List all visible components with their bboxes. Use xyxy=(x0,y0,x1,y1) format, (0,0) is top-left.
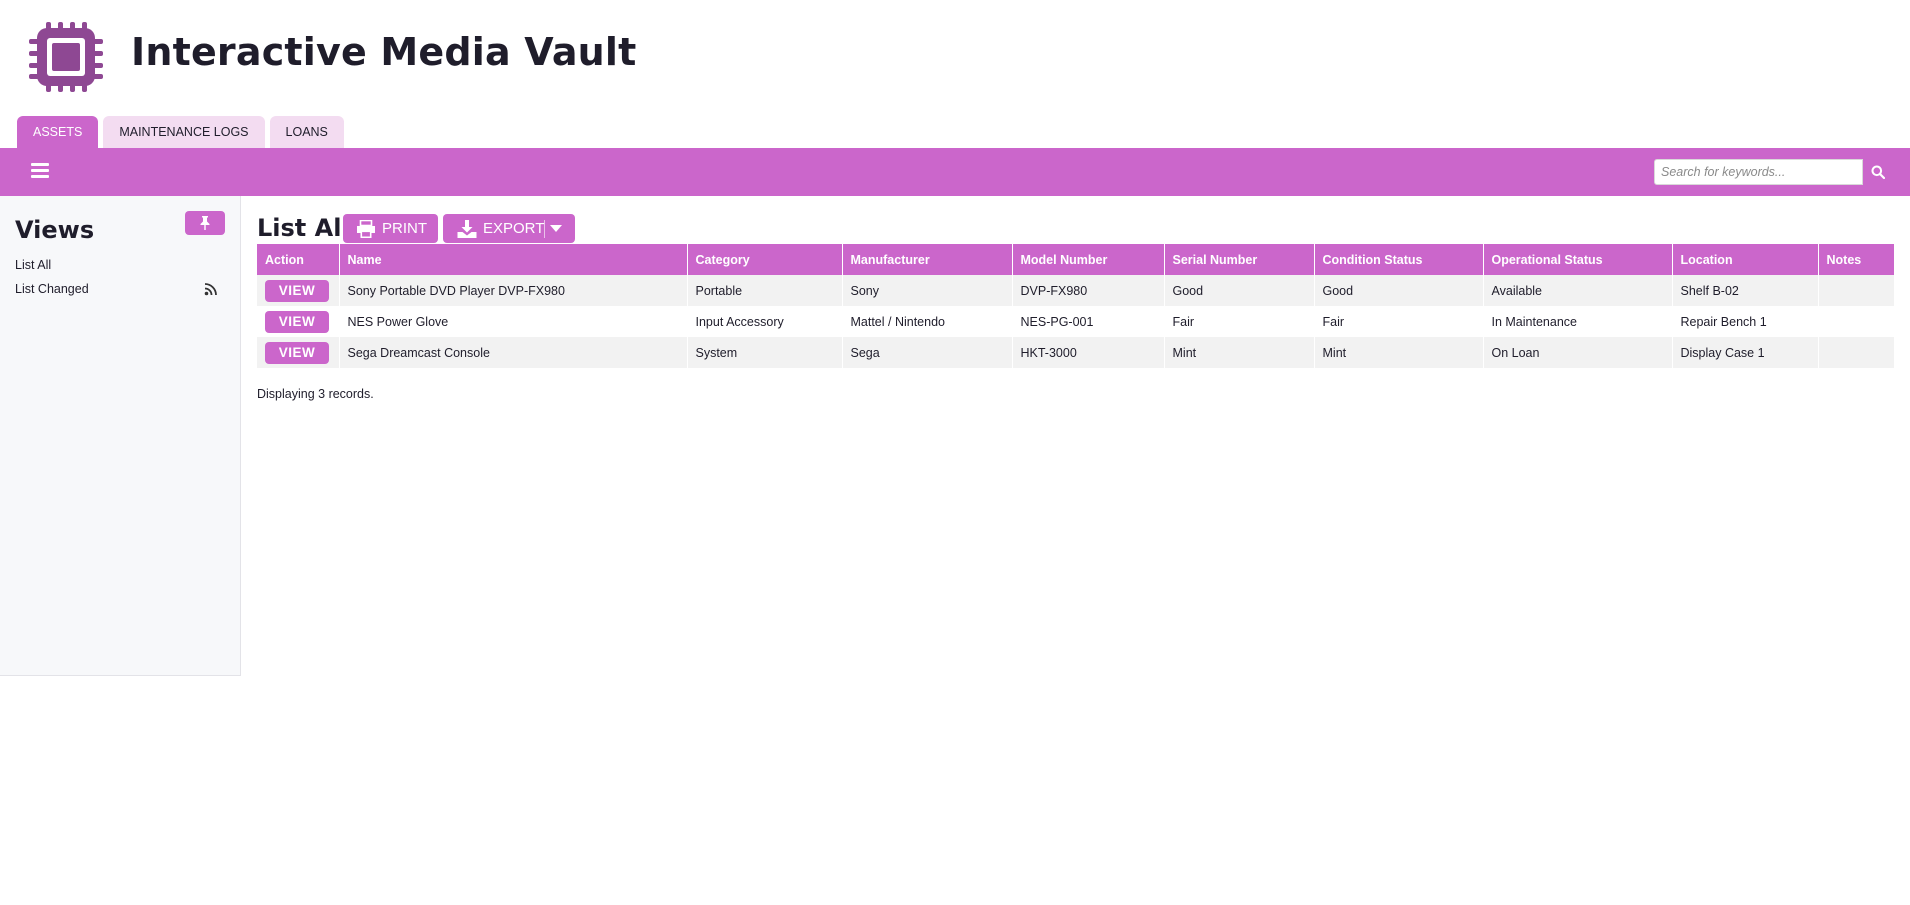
app-header: Interactive Media Vault xyxy=(0,0,1910,116)
action-cell: VIEW xyxy=(257,306,340,337)
printer-icon xyxy=(357,219,375,238)
manufacturer-cell: Sony xyxy=(842,275,1013,306)
operational-status-cell: Available xyxy=(1483,275,1673,306)
table-row: VIEW Sega Dreamcast Console System Sega … xyxy=(257,337,1895,368)
manufacturer-cell: Sega xyxy=(842,337,1013,368)
column-header-condition-status[interactable]: Condition Status xyxy=(1314,244,1484,275)
export-divider xyxy=(544,220,545,238)
tab-maintenance-logs[interactable]: MAINTENANCE LOGS xyxy=(103,116,265,148)
table-row: VIEW Sony Portable DVD Player DVP-FX980 … xyxy=(257,275,1895,306)
toolbar xyxy=(0,148,1910,196)
manufacturer-cell: Mattel / Nintendo xyxy=(842,306,1013,337)
name-cell: Sony Portable DVD Player DVP-FX980 xyxy=(339,275,688,306)
notes-cell xyxy=(1818,306,1895,337)
column-header-location[interactable]: Location xyxy=(1672,244,1819,275)
column-header-action[interactable]: Action xyxy=(257,244,340,275)
condition-status-cell: Good xyxy=(1314,275,1484,306)
pin-icon xyxy=(200,216,210,230)
table-header-row: Action Name Category Manufacturer Model … xyxy=(257,244,1895,275)
serial-number-cell: Fair xyxy=(1164,306,1315,337)
category-cell: System xyxy=(687,337,843,368)
action-cell: VIEW xyxy=(257,275,340,306)
export-button[interactable]: EXPORT xyxy=(443,214,575,243)
serial-number-cell: Good xyxy=(1164,275,1315,306)
name-cell: NES Power Glove xyxy=(339,306,688,337)
category-cell: Input Accessory xyxy=(687,306,843,337)
column-header-notes[interactable]: Notes xyxy=(1818,244,1895,275)
operational-status-cell: In Maintenance xyxy=(1483,306,1673,337)
operational-status-cell: On Loan xyxy=(1483,337,1673,368)
record-count: Displaying 3 records. xyxy=(257,387,374,401)
assets-table: Action Name Category Manufacturer Model … xyxy=(257,244,1895,368)
sidebar-title: Views xyxy=(15,216,95,244)
model-number-cell: HKT-3000 xyxy=(1012,337,1165,368)
notes-cell xyxy=(1818,337,1895,368)
column-header-serial-number[interactable]: Serial Number xyxy=(1164,244,1315,275)
view-button[interactable]: VIEW xyxy=(265,341,329,364)
table-row: VIEW NES Power Glove Input Accessory Mat… xyxy=(257,306,1895,337)
name-cell: Sega Dreamcast Console xyxy=(339,337,688,368)
action-cell: VIEW xyxy=(257,337,340,368)
column-header-category[interactable]: Category xyxy=(687,244,843,275)
main-tabs: ASSETS MAINTENANCE LOGS LOANS xyxy=(17,116,344,148)
hamburger-icon[interactable] xyxy=(31,163,49,179)
view-button[interactable]: VIEW xyxy=(265,279,329,302)
model-number-cell: DVP-FX980 xyxy=(1012,275,1165,306)
location-cell: Repair Bench 1 xyxy=(1672,306,1819,337)
tab-loans[interactable]: LOANS xyxy=(269,116,344,148)
category-cell: Portable xyxy=(687,275,843,306)
pin-button[interactable] xyxy=(185,211,225,235)
page-title: List All xyxy=(257,214,350,242)
sidebar: Views List All List Changed xyxy=(0,196,241,676)
app-title: Interactive Media Vault xyxy=(131,30,637,74)
condition-status-cell: Fair xyxy=(1314,306,1484,337)
search-icon xyxy=(1871,165,1885,179)
search-input[interactable] xyxy=(1654,159,1863,185)
chip-icon xyxy=(29,22,103,92)
search-button[interactable] xyxy=(1863,159,1893,185)
location-cell: Shelf B-02 xyxy=(1672,275,1819,306)
column-header-model-number[interactable]: Model Number xyxy=(1012,244,1165,275)
chevron-down-icon[interactable] xyxy=(550,225,562,233)
print-label: PRINT xyxy=(382,220,427,237)
download-icon xyxy=(457,219,477,238)
serial-number-cell: Mint xyxy=(1164,337,1315,368)
column-header-manufacturer[interactable]: Manufacturer xyxy=(842,244,1013,275)
location-cell: Display Case 1 xyxy=(1672,337,1819,368)
export-label: EXPORT xyxy=(483,220,545,237)
view-button[interactable]: VIEW xyxy=(265,310,329,333)
column-header-name[interactable]: Name xyxy=(339,244,688,275)
sidebar-item-list-changed[interactable]: List Changed xyxy=(15,282,89,296)
column-header-operational-status[interactable]: Operational Status xyxy=(1483,244,1673,275)
sidebar-item-list-all[interactable]: List All xyxy=(15,258,51,272)
notes-cell xyxy=(1818,275,1895,306)
condition-status-cell: Mint xyxy=(1314,337,1484,368)
rss-icon[interactable] xyxy=(204,282,218,296)
model-number-cell: NES-PG-001 xyxy=(1012,306,1165,337)
print-button[interactable]: PRINT xyxy=(343,214,438,243)
tab-assets[interactable]: ASSETS xyxy=(17,116,99,148)
